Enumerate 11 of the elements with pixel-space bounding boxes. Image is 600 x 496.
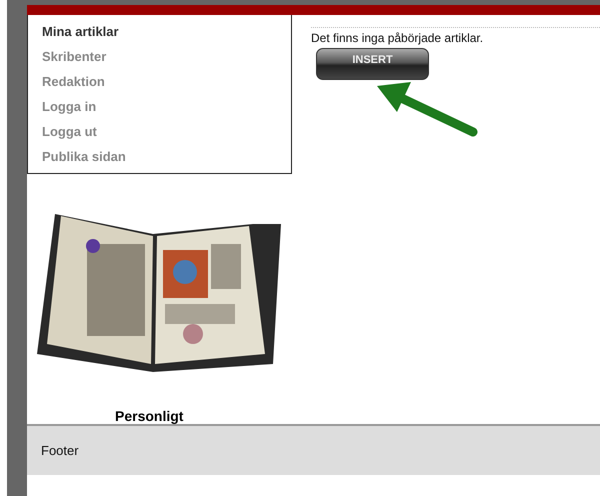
- insert-button[interactable]: INSERT: [316, 48, 429, 80]
- section-caption: Personligt: [115, 408, 184, 424]
- menu-item[interactable]: Skribenter: [42, 44, 291, 69]
- footer-text: Footer: [41, 443, 79, 458]
- menu-item[interactable]: Logga ut: [42, 119, 291, 144]
- arrow-icon: [375, 82, 480, 138]
- menu-item[interactable]: Mina artiklar: [42, 19, 291, 44]
- menu-item[interactable]: Redaktion: [42, 69, 291, 94]
- menu-item[interactable]: Publika sidan: [42, 144, 291, 169]
- menu-item[interactable]: Logga in: [42, 94, 291, 119]
- status-message: Det finns inga påbörjade artiklar.: [311, 31, 484, 45]
